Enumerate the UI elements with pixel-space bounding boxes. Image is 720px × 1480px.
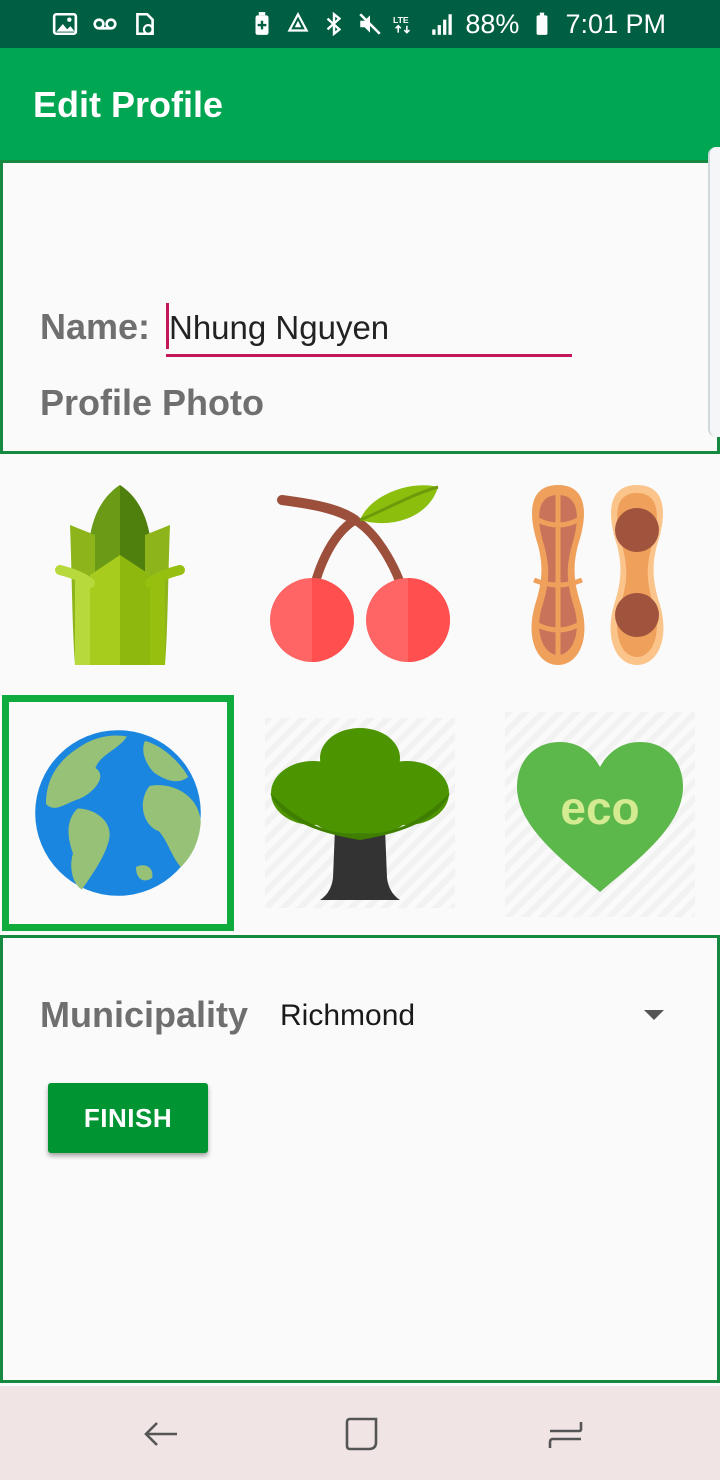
eco-heart-icon: eco — [517, 742, 683, 892]
photo-option-tree[interactable] — [265, 718, 455, 908]
municipality-select[interactable]: Richmond — [280, 999, 415, 1033]
profile-details-card: Name: Nhung Nguyen Profile Photo — [0, 147, 720, 454]
municipality-card: Municipality Richmond FINISH — [0, 935, 720, 1383]
back-icon[interactable] — [141, 1414, 181, 1454]
photo-option-peanut[interactable] — [500, 475, 700, 675]
scroll-indicator — [708, 147, 720, 437]
home-icon[interactable] — [342, 1414, 382, 1454]
photo-option-earth[interactable] — [2, 695, 234, 931]
profile-photo-label: Profile Photo — [40, 382, 264, 423]
corn-icon — [55, 485, 185, 665]
recent-apps-icon[interactable] — [545, 1414, 585, 1454]
voicemail-icon — [93, 18, 117, 30]
photo-option-cherry[interactable] — [260, 475, 460, 675]
name-label: Name: — [40, 306, 151, 347]
storage-icon — [136, 12, 154, 36]
system-nav-bar — [0, 1386, 720, 1480]
municipality-label: Municipality — [40, 994, 249, 1035]
recycle-icon — [287, 11, 309, 32]
image-icon — [52, 12, 78, 36]
status-bar: LTE 88% 7:01 PM — [0, 0, 720, 48]
photo-option-eco-heart[interactable]: eco — [505, 712, 695, 917]
svg-text:LTE: LTE — [393, 15, 409, 25]
name-input[interactable]: Nhung Nguyen — [166, 299, 572, 357]
page-title: Edit Profile — [33, 84, 224, 125]
photo-option-corn[interactable] — [20, 475, 220, 675]
earth-icon — [35, 730, 201, 896]
peanut-icon — [531, 485, 664, 665]
signal-icon — [432, 14, 453, 35]
finish-button[interactable]: FINISH — [48, 1083, 208, 1153]
app-bar: Edit Profile — [0, 48, 720, 160]
dropdown-arrow-icon[interactable] — [644, 1010, 664, 1020]
tree-icon — [270, 728, 450, 900]
battery-saver-icon — [255, 12, 269, 35]
eco-text: eco — [560, 782, 639, 834]
lte-icon: LTE — [393, 15, 411, 34]
mute-icon — [359, 13, 382, 35]
battery-icon — [537, 12, 548, 35]
text-cursor — [166, 303, 169, 349]
clock: 7:01 PM — [565, 8, 666, 39]
cherry-icon — [270, 485, 450, 662]
battery-percent: 88% — [465, 8, 520, 39]
bluetooth-icon — [327, 11, 342, 37]
